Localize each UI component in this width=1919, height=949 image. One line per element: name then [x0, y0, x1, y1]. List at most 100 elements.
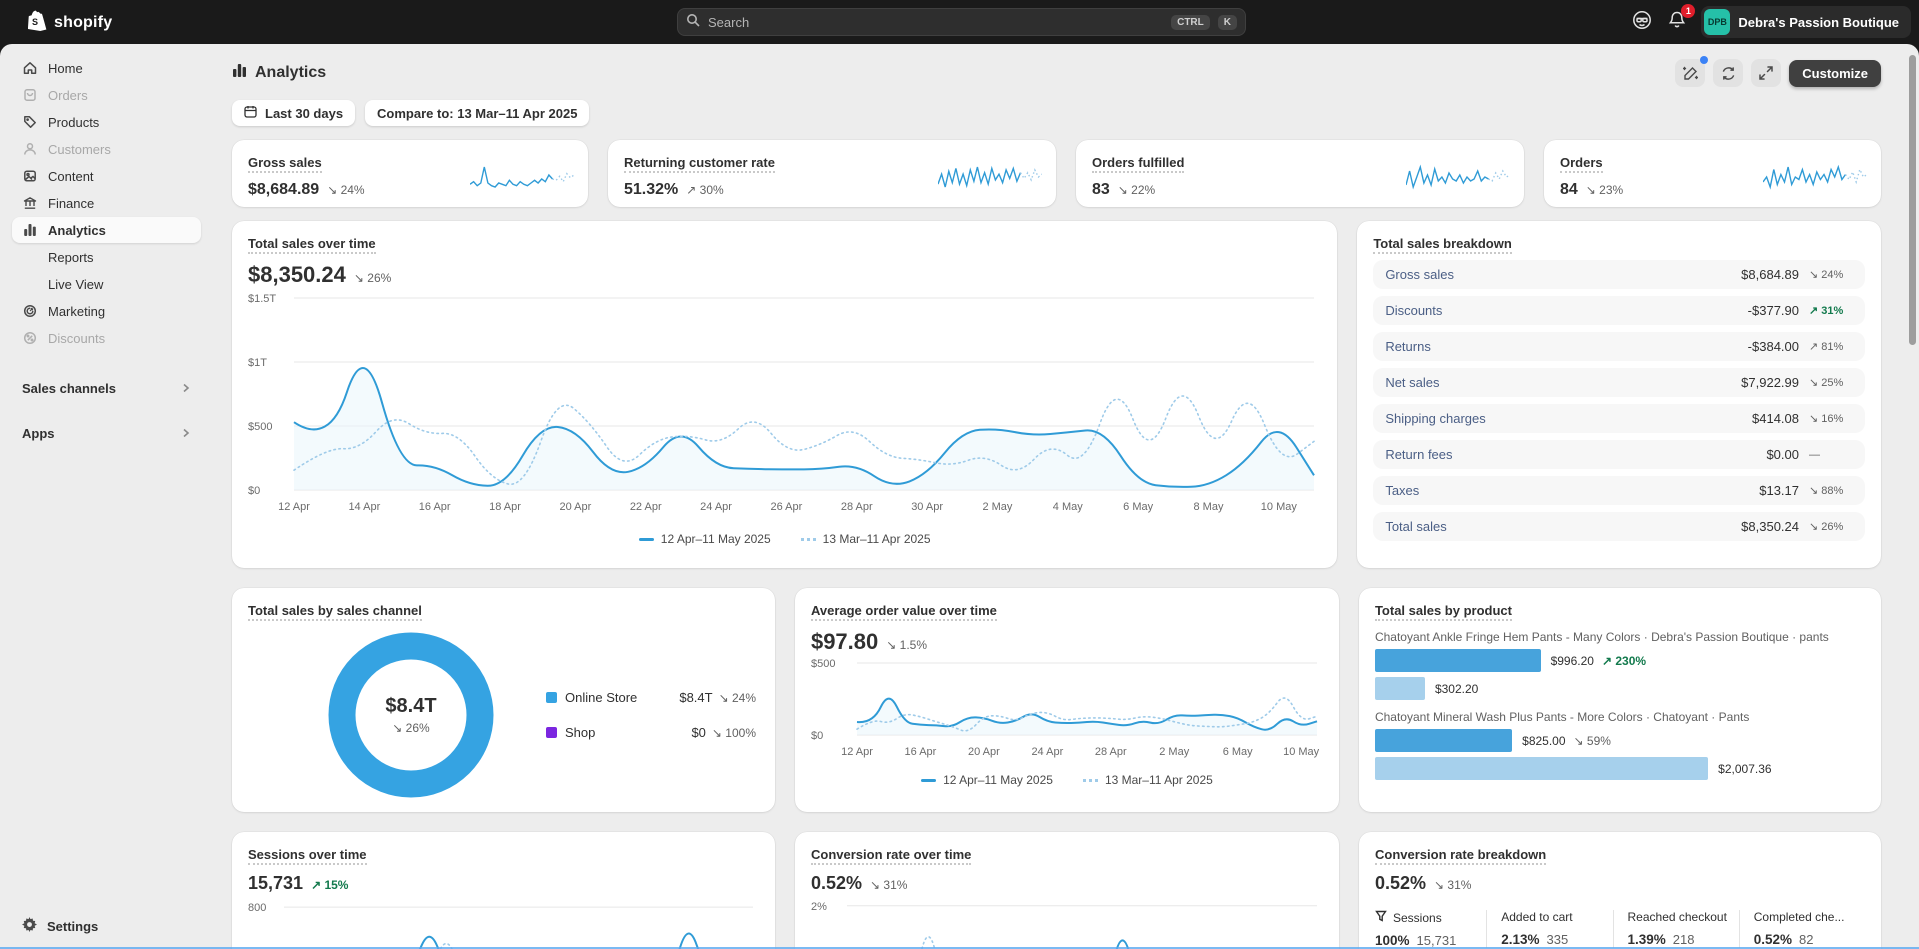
- sessions-chart[interactable]: 800: [248, 894, 759, 949]
- sidebar-item-home[interactable]: Home: [12, 55, 201, 81]
- breakdown-label[interactable]: Total sales: [1385, 519, 1446, 534]
- sidebar-item-settings[interactable]: Settings: [22, 917, 98, 935]
- kpi-title[interactable]: Returning customer rate: [624, 155, 775, 173]
- sidebar-section-sales-channels[interactable]: Sales channels: [22, 381, 191, 396]
- breakdown-label[interactable]: Discounts: [1385, 303, 1442, 318]
- sidebar-item-customers[interactable]: Customers: [12, 136, 201, 162]
- search-input[interactable]: Search CTRL K: [677, 8, 1246, 36]
- sidebar-item-orders[interactable]: Orders: [12, 82, 201, 108]
- channel-title[interactable]: Total sales by sales channel: [248, 603, 422, 621]
- sidebar-item-live-view[interactable]: Live View: [12, 271, 201, 297]
- breakdown-value: $0.00: [1766, 447, 1799, 462]
- current-period-bar[interactable]: [1375, 729, 1512, 752]
- store-menu[interactable]: DPB Debra's Passion Boutique: [1701, 6, 1911, 38]
- breakdown-label[interactable]: Returns: [1385, 339, 1431, 354]
- sidekick-icon[interactable]: [1631, 9, 1653, 36]
- sessions-title[interactable]: Sessions over time: [248, 847, 367, 865]
- sessions-delta: ↗ 15%: [311, 878, 348, 892]
- customize-button[interactable]: Customize: [1789, 60, 1881, 87]
- sidebar-item-discounts[interactable]: Discounts: [12, 325, 201, 351]
- sidebar-item-reports[interactable]: Reports: [12, 244, 201, 270]
- total-sales-delta: ↘ 26%: [354, 271, 391, 285]
- funnel-step: Completed che...0.52%82: [1739, 910, 1865, 948]
- vertical-scrollbar[interactable]: [1909, 55, 1916, 345]
- previous-period-bar[interactable]: [1375, 757, 1708, 780]
- total-sales-title[interactable]: Total sales over time: [248, 236, 376, 254]
- svg-text:10 May: 10 May: [1283, 746, 1320, 758]
- kpi-title[interactable]: Orders: [1560, 155, 1603, 173]
- sidebar-item-label: Finance: [48, 196, 94, 211]
- funnel-icon: [1375, 910, 1387, 925]
- notifications-bell-icon[interactable]: 1: [1667, 10, 1687, 35]
- aov-title[interactable]: Average order value over time: [811, 603, 997, 621]
- shortcut-ctrl-key: CTRL: [1171, 15, 1210, 30]
- funnel-title[interactable]: Conversion rate breakdown: [1375, 847, 1546, 865]
- breakdown-title[interactable]: Total sales breakdown: [1373, 236, 1511, 254]
- channel-value: $8.4T: [679, 690, 712, 705]
- breakdown-delta: ↘ 26%: [1809, 520, 1853, 533]
- shopify-logo[interactable]: S shopify: [28, 10, 112, 36]
- card-title: Total sales breakdown: [1373, 235, 1865, 253]
- channel-legend-item: Online Store$8.4T↘ 24%: [546, 690, 756, 705]
- svg-text:$0: $0: [248, 485, 260, 497]
- breakdown-label[interactable]: Return fees: [1385, 447, 1452, 462]
- kpi-sparkline: [938, 161, 1042, 196]
- aov-chart[interactable]: $500$012 Apr16 Apr20 Apr24 Apr28 Apr2 Ma…: [811, 655, 1323, 761]
- current-period-bar[interactable]: [1375, 649, 1541, 672]
- channel-donut-chart[interactable]: $8.4T ↘ 26%: [328, 632, 494, 798]
- svg-text:$0: $0: [811, 730, 823, 742]
- expand-fullscreen-button[interactable]: [1751, 59, 1781, 87]
- kpi-delta: ↘ 22%: [1118, 183, 1155, 197]
- breakdown-label[interactable]: Shipping charges: [1385, 411, 1485, 426]
- bar-value: $996.20: [1551, 654, 1594, 668]
- breakdown-delta: —: [1809, 449, 1853, 461]
- svg-text:$1T: $1T: [248, 357, 267, 369]
- breakdown-label[interactable]: Gross sales: [1385, 267, 1454, 282]
- breakdown-rows: Gross sales$8,684.89↘ 24%Discounts-$377.…: [1373, 260, 1865, 541]
- product-current-bar-row: $825.00↘ 59%: [1375, 729, 1865, 752]
- sidebar-item-finance[interactable]: Finance: [12, 190, 201, 216]
- date-range-button[interactable]: Last 30 days: [232, 100, 355, 126]
- kpi-title[interactable]: Gross sales: [248, 155, 322, 173]
- legend-item: 12 Apr–11 May 2025: [921, 773, 1053, 787]
- chart-legend: 12 Apr–11 May 202513 Mar–11 Apr 2025: [248, 532, 1321, 546]
- svg-text:28 Apr: 28 Apr: [1095, 746, 1127, 758]
- breakdown-delta: ↗ 31%: [1809, 304, 1853, 317]
- sidebar-item-content[interactable]: Content: [12, 163, 201, 189]
- conversion-title[interactable]: Conversion rate over time: [811, 847, 971, 865]
- channel-value: $0: [691, 725, 705, 740]
- magic-assistant-button[interactable]: [1675, 59, 1705, 87]
- sidebar-item-analytics[interactable]: Analytics: [12, 217, 201, 243]
- svg-text:22 Apr: 22 Apr: [630, 501, 662, 513]
- breakdown-value: $13.17: [1759, 483, 1799, 498]
- kpi-sparkline: [1406, 161, 1510, 196]
- refresh-button[interactable]: [1713, 59, 1743, 87]
- conversion-chart[interactable]: 2%: [811, 894, 1323, 949]
- svg-text:18 Apr: 18 Apr: [489, 501, 521, 513]
- donut-center-delta: ↘ 26%: [392, 721, 429, 735]
- sidebar-section-apps[interactable]: Apps: [22, 426, 191, 441]
- channel-legend: Online Store$8.4T↘ 24%Shop$0↘ 100%: [546, 690, 756, 740]
- total-sales-chart[interactable]: $1.5T$1T$500$012 Apr14 Apr16 Apr18 Apr20…: [248, 288, 1320, 520]
- funnel-step-label: Completed che...: [1754, 910, 1845, 924]
- product-previous-bar-row: $2,007.36: [1375, 757, 1865, 780]
- previous-period-bar[interactable]: [1375, 677, 1425, 700]
- breakdown-delta: ↗ 81%: [1809, 340, 1853, 353]
- svg-text:S: S: [32, 17, 38, 27]
- funnel-step-count: 15,731: [1417, 933, 1457, 948]
- channel-name: Shop: [565, 725, 683, 740]
- sidebar-item-products[interactable]: Products: [12, 109, 201, 135]
- breakdown-label[interactable]: Net sales: [1385, 375, 1439, 390]
- conversion-delta: ↘ 31%: [870, 878, 907, 892]
- breakdown-label[interactable]: Taxes: [1385, 483, 1419, 498]
- kpi-title[interactable]: Orders fulfilled: [1092, 155, 1184, 173]
- orders-icon: [22, 88, 38, 102]
- bar-value: $825.00: [1522, 734, 1565, 748]
- products-icon: [22, 115, 38, 129]
- topbar: S shopify Search CTRL K 1 DPB Debra's Pa…: [0, 0, 1919, 44]
- kpi-sparkline: [470, 161, 574, 196]
- products-title[interactable]: Total sales by product: [1375, 603, 1512, 621]
- sidebar-item-marketing[interactable]: Marketing: [12, 298, 201, 324]
- compare-to-button[interactable]: Compare to: 13 Mar–11 Apr 2025: [365, 100, 589, 126]
- svg-text:$1.5T: $1.5T: [248, 293, 276, 305]
